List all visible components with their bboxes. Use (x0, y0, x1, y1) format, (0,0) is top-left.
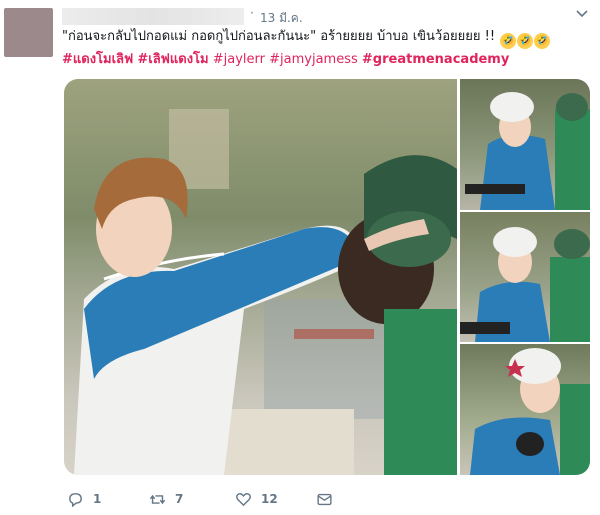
reply-count: 1 (93, 492, 102, 506)
hashtag-link[interactable]: #แดงโมเลิฟ (62, 52, 133, 67)
rofl-emoji: 🤣 (517, 33, 534, 49)
avatar[interactable] (4, 8, 53, 57)
thumbnail-illustration-2 (460, 227, 590, 342)
thumbnail-illustration-3 (470, 348, 590, 475)
like-button[interactable]: 12 (235, 489, 278, 509)
retweet-button[interactable]: 7 (149, 489, 183, 509)
thumbnail-photo-1[interactable] (460, 79, 590, 210)
main-photo-illustration (74, 109, 457, 475)
rofl-emoji: 🤣 (500, 33, 517, 49)
retweet-count: 7 (175, 492, 184, 506)
reaction-text: อร้ายยยย บ้าบอ เขินว้อยยยย !! (316, 29, 496, 44)
hashtag-link[interactable]: #เลิฟแดงโม (137, 52, 208, 67)
quote-text: "ก่อนจะกลับไปกอดแม่ กอดกูไปก่อนละกันนะ" (62, 29, 317, 44)
thumbnail-photo-3[interactable] (460, 344, 590, 475)
thumbnail-illustration-1 (465, 92, 590, 210)
tweet-text-line1: "ก่อนจะกลับไปกอดแม่ กอดกูไปก่อนละกันนะ" … (62, 28, 551, 49)
direct-message-button[interactable] (316, 489, 333, 509)
author-name-blurred[interactable] (62, 8, 244, 25)
hashtag-link[interactable]: #jaylerr (213, 52, 265, 67)
chevron-down-icon[interactable] (574, 6, 590, 22)
message-icon (317, 493, 332, 505)
main-photo[interactable] (64, 79, 457, 475)
tweet-text-line2: #แดงโมเลิฟ #เลิฟแดงโม #jaylerr #jamyjame… (62, 51, 509, 69)
hashtag-link[interactable]: #greatmenacademy (362, 52, 509, 67)
thumbnail-photo-2[interactable] (460, 212, 590, 342)
like-icon (236, 492, 251, 506)
reply-icon (69, 492, 82, 507)
tweet-date[interactable]: 13 มี.ค. (260, 9, 303, 28)
reply-button[interactable]: 1 (67, 489, 101, 509)
tweet-header: · 13 มี.ค. (62, 6, 590, 28)
like-count: 12 (261, 492, 278, 506)
rofl-emoji: 🤣 (534, 33, 551, 49)
media-grid (64, 79, 590, 475)
retweet-icon (149, 494, 166, 504)
separator-dot: · (250, 6, 254, 20)
hashtag-link[interactable]: #jamyjamess (269, 52, 358, 67)
tweet-actions: 1 7 12 (64, 489, 484, 509)
